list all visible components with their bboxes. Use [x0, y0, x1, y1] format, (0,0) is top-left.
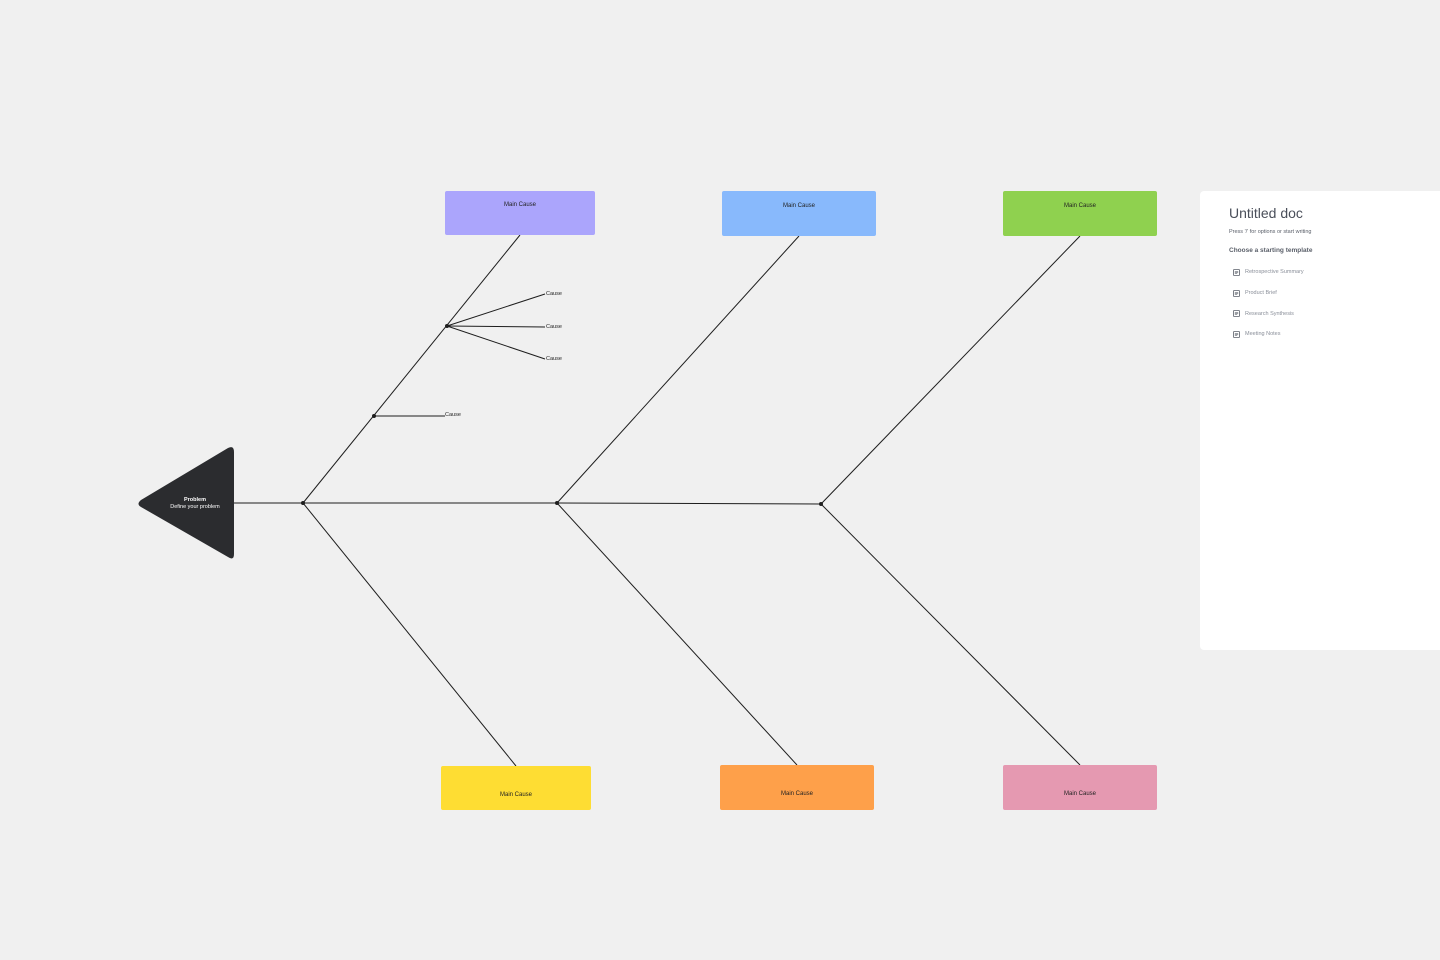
doc-hint[interactable]: Press '/' for options or start writing	[1229, 229, 1440, 236]
template-item[interactable]: Meeting Notes	[1233, 324, 1440, 345]
doc-title[interactable]: Untitled doc	[1229, 205, 1440, 221]
joint-dot	[445, 324, 449, 328]
bone-bottom-3	[820, 503, 1081, 766]
problem-subtitle: Define your problem	[170, 504, 220, 510]
doc-icon	[1233, 310, 1240, 318]
template-list: Retrospective Summary Product Brief Rese…	[1229, 262, 1440, 345]
template-item[interactable]: Retrospective Summary	[1233, 262, 1440, 283]
main-cause-label: Main Cause	[1063, 791, 1096, 797]
bone-top-3	[820, 235, 1081, 505]
joint-dot	[555, 501, 559, 505]
problem-label: Problem Define your problem	[160, 497, 230, 511]
sub-cause-label[interactable]: Cause	[546, 324, 562, 330]
doc-icon	[1233, 268, 1240, 276]
main-cause-card[interactable]: Main Cause	[722, 191, 876, 236]
main-cause-card[interactable]: Main Cause	[445, 191, 595, 235]
template-heading: Choose a starting template	[1229, 247, 1313, 254]
main-cause-card[interactable]: Main Cause	[1003, 191, 1157, 236]
sub-branch-3	[446, 325, 546, 360]
template-label: Product Brief	[1245, 290, 1277, 297]
sub-cause-label[interactable]: Cause	[445, 412, 461, 418]
doc-icon	[1233, 331, 1240, 338]
sub-cause-label[interactable]: Cause	[546, 291, 562, 297]
joint-dot	[372, 414, 376, 418]
template-label: Research Synthesis	[1245, 310, 1294, 317]
sub-branch-1	[446, 293, 546, 327]
main-cause-label: Main Cause	[499, 792, 532, 798]
main-cause-card[interactable]: Main Cause	[1003, 765, 1157, 810]
bone-top-2	[556, 235, 800, 504]
main-cause-card[interactable]: Main Cause	[720, 765, 874, 810]
sub-branch-2	[446, 325, 546, 328]
bone-bottom-2	[556, 502, 798, 766]
spine-line	[234, 502, 822, 505]
joint-dot	[819, 502, 823, 506]
bone-bottom-1	[302, 502, 517, 767]
bone-top-1	[302, 234, 521, 504]
doc-icon	[1233, 289, 1240, 297]
main-cause-label: Main Cause	[503, 202, 536, 208]
sub-cause-label[interactable]: Cause	[546, 356, 562, 362]
main-cause-card[interactable]: Main Cause	[441, 766, 591, 810]
main-cause-label: Main Cause	[1063, 203, 1096, 209]
main-cause-label: Main Cause	[780, 791, 813, 797]
template-label: Retrospective Summary	[1245, 269, 1304, 276]
main-cause-label: Main Cause	[782, 203, 815, 209]
template-label: Meeting Notes	[1245, 331, 1281, 338]
joint-dot	[301, 501, 305, 505]
template-item[interactable]: Product Brief	[1233, 283, 1440, 304]
template-item[interactable]: Research Synthesis	[1233, 303, 1440, 324]
problem-title: Problem	[183, 497, 206, 503]
doc-panel: Untitled doc Press '/' for options or st…	[1200, 191, 1440, 650]
